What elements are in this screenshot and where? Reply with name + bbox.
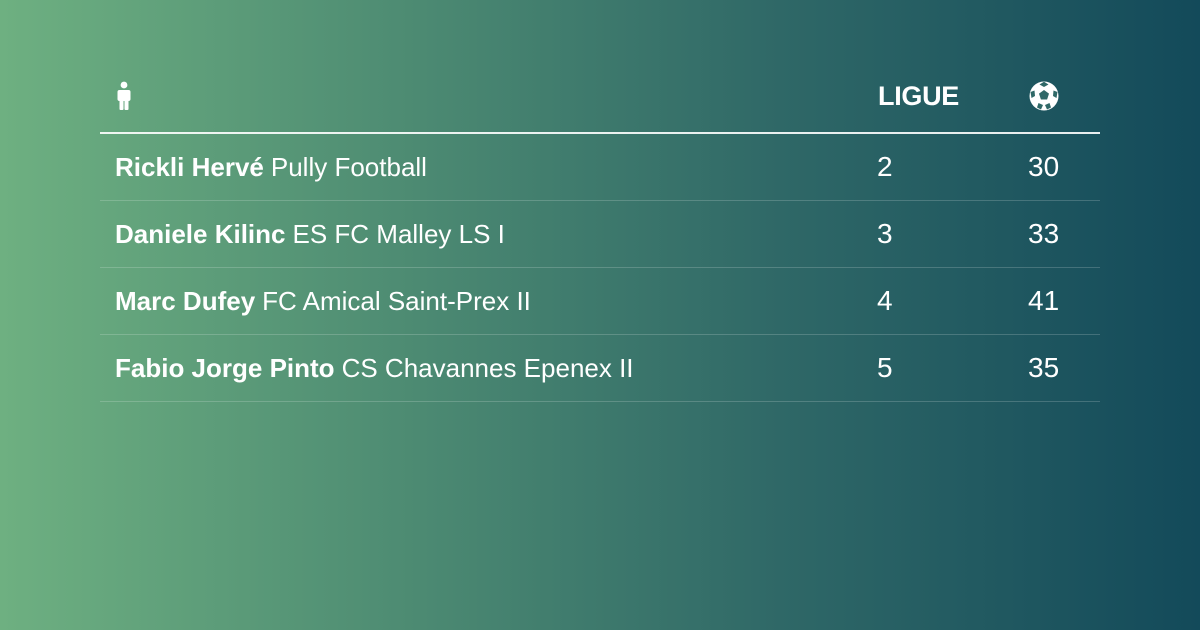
league-value: 4	[877, 285, 893, 316]
club-name: CS Chavannes Epenex II	[341, 352, 634, 383]
table-row: Fabio Jorge Pinto CS Chavannes Epenex II…	[100, 335, 1100, 402]
player-cell: Daniele Kilinc ES FC Malley LS I	[115, 201, 505, 267]
club-name: ES FC Malley LS I	[292, 218, 505, 249]
table-header: LIGUE	[100, 60, 1100, 134]
league-value: 3	[877, 218, 893, 249]
table-body: Rickli Hervé Pully Football 2 30 Daniele…	[100, 134, 1100, 402]
player-name: Fabio Jorge Pinto	[115, 352, 335, 383]
table-row: Daniele Kilinc ES FC Malley LS I 3 33	[100, 201, 1100, 268]
table-row: Marc Dufey FC Amical Saint-Prex II 4 41	[100, 268, 1100, 335]
player-cell: Fabio Jorge Pinto CS Chavannes Epenex II	[115, 335, 634, 401]
goals-value: 30	[1028, 151, 1060, 182]
scorers-table: LIGUE Rickli Hervé Pully Football 2 30 D…	[100, 60, 1100, 402]
league-value: 2	[877, 151, 893, 182]
club-name: FC Amical Saint-Prex II	[262, 285, 531, 316]
goals-value: 41	[1028, 285, 1060, 316]
player-name: Rickli Hervé	[115, 151, 264, 182]
person-icon	[114, 81, 134, 111]
player-cell: Rickli Hervé Pully Football	[115, 134, 427, 200]
player-name: Marc Dufey	[115, 285, 256, 316]
goals-value: 35	[1028, 352, 1060, 383]
goals-value: 33	[1028, 218, 1060, 249]
club-name: Pully Football	[270, 151, 427, 182]
player-cell: Marc Dufey FC Amical Saint-Prex II	[115, 268, 531, 334]
table-row: Rickli Hervé Pully Football 2 30	[100, 134, 1100, 201]
player-name: Daniele Kilinc	[115, 218, 286, 249]
league-column-header: LIGUE	[878, 80, 960, 111]
soccer-ball-icon	[1028, 81, 1060, 111]
league-value: 5	[877, 352, 893, 383]
